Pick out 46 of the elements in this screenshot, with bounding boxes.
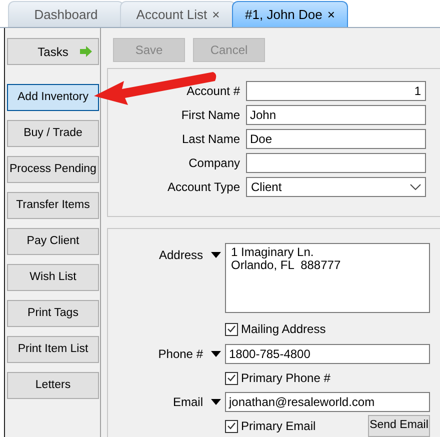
field-label: Company — [188, 155, 240, 172]
sidebar-button[interactable]: Pay Client — [7, 228, 99, 255]
field-label: Address — [158, 247, 203, 264]
field-label: Account # — [186, 83, 240, 100]
field-label: Last Name — [180, 131, 240, 148]
phone-field[interactable]: 1800-785-4800 — [225, 344, 430, 364]
check-icon — [227, 374, 236, 382]
checkbox-label: Mailing Address — [241, 321, 326, 338]
checkbox[interactable] — [225, 420, 238, 432]
input-field[interactable]: Doe — [246, 129, 426, 149]
field-label: First Name — [180, 107, 240, 124]
email-field[interactable]: jonathan@resaleworld.com — [225, 392, 430, 412]
check-icon — [227, 325, 236, 333]
sidebar-button[interactable]: Letters — [7, 372, 99, 399]
dropdown-triangle-icon[interactable] — [211, 252, 221, 258]
field-label: Email — [172, 394, 203, 411]
sidebar-button[interactable]: Buy / Trade — [7, 120, 99, 147]
field-label: Account Type — [166, 179, 240, 196]
checkbox[interactable] — [225, 322, 238, 336]
tab[interactable]: Dashboard — [8, 1, 124, 27]
send-email-button[interactable]: Send Email — [368, 415, 430, 437]
address-textarea[interactable]: 1 Imaginary Ln. Orlando, FL 888777 — [225, 243, 430, 313]
input-field[interactable]: 1 — [246, 81, 426, 101]
check-icon — [227, 422, 236, 430]
input-field[interactable]: John — [246, 105, 426, 125]
sidebar-button[interactable]: Process Pending — [7, 156, 99, 183]
close-tab-button[interactable]: × — [212, 4, 220, 24]
tasks-button[interactable]: Tasks — [7, 38, 99, 65]
close-tab-button[interactable]: × — [327, 4, 335, 24]
checkbox[interactable] — [225, 372, 238, 384]
tab[interactable]: Account List × — [120, 1, 236, 27]
chevron-down-icon — [410, 184, 421, 190]
sidebar-button[interactable]: Add Inventory — [7, 84, 99, 111]
checkbox-label: Primary Phone # — [241, 370, 330, 387]
dropdown-triangle-icon[interactable] — [211, 399, 221, 405]
sidebar-button[interactable]: Print Tags — [7, 300, 99, 327]
tab[interactable]: #1, John Doe × — [232, 1, 348, 27]
input-field[interactable] — [246, 153, 426, 173]
sidebar-button[interactable]: Transfer Items — [7, 192, 99, 219]
field-label: Phone # — [158, 346, 203, 363]
checkbox-label: Primary Email — [241, 418, 316, 435]
sidebar-button[interactable]: Print Item List — [7, 336, 99, 363]
account-type-select[interactable]: Client — [246, 177, 426, 197]
dropdown-triangle-icon[interactable] — [211, 351, 221, 357]
arrow-right-icon — [80, 46, 92, 57]
sidebar-button[interactable]: Wish List — [7, 264, 99, 291]
